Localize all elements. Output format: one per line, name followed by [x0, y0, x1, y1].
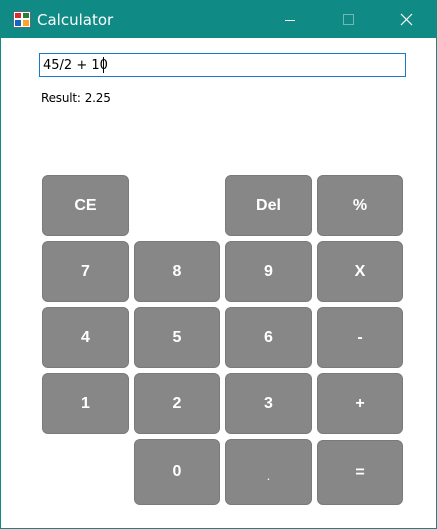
percent-button[interactable]: %	[317, 175, 403, 236]
decimal-button[interactable]: .	[225, 439, 312, 505]
window-title: Calculator	[37, 11, 114, 29]
maximize-button	[325, 1, 371, 38]
digit-7-button[interactable]: 7	[42, 241, 129, 302]
clear-entry-button[interactable]: CE	[42, 175, 129, 236]
close-icon	[400, 13, 413, 26]
equals-button[interactable]: =	[317, 440, 403, 505]
result-label: Result:	[41, 91, 81, 105]
maximize-icon	[343, 14, 354, 25]
result-value: 2.25	[84, 91, 111, 105]
text-caret	[103, 57, 104, 73]
calculator-app-icon	[13, 11, 31, 28]
digit-9-button[interactable]: 9	[225, 241, 312, 302]
digit-0-button[interactable]: 0	[134, 439, 220, 505]
expression-input[interactable]	[39, 53, 406, 77]
minimize-icon	[285, 20, 295, 21]
digit-1-button[interactable]: 1	[42, 373, 129, 434]
delete-button[interactable]: Del	[225, 175, 312, 236]
digit-3-button[interactable]: 3	[225, 373, 312, 434]
calculator-window: Calculator Result:2.25 CE Del % 7 8 9 X …	[0, 0, 437, 529]
add-button[interactable]: +	[317, 373, 403, 434]
digit-4-button[interactable]: 4	[42, 307, 129, 368]
title-bar[interactable]: Calculator	[1, 1, 436, 38]
subtract-button[interactable]: -	[317, 307, 403, 368]
digit-5-button[interactable]: 5	[134, 307, 220, 368]
minimize-button[interactable]	[267, 1, 313, 38]
result-display: Result: 2.25	[41, 91, 111, 105]
digit-6-button[interactable]: 6	[225, 307, 312, 368]
digit-2-button[interactable]: 2	[134, 373, 220, 434]
multiply-button[interactable]: X	[317, 241, 403, 302]
close-button[interactable]	[384, 1, 430, 38]
digit-8-button[interactable]: 8	[134, 241, 220, 302]
